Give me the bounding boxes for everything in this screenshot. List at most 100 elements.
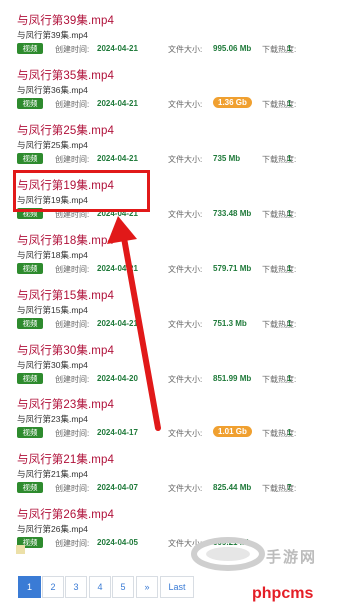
created-label: 创建时间: <box>55 265 90 274</box>
watermark: 手游网 phpcms <box>190 530 360 611</box>
size-label: 文件大小: <box>168 100 203 109</box>
created-date: 2024-04-17 <box>97 428 138 437</box>
watermark-logo-icon <box>191 537 265 571</box>
file-title-link[interactable]: 与凤行第21集.mp4 <box>17 451 114 467</box>
list-item: 与凤行第18集.mp4 与凤行第18集.mp4 视频 创建时间: 2024-04… <box>0 232 360 282</box>
file-title-link[interactable]: 与凤行第25集.mp4 <box>17 122 114 138</box>
file-subtitle: 与凤行第30集.mp4 <box>17 360 88 370</box>
size-value: 1.01 Gb <box>213 426 252 437</box>
file-title-link[interactable]: 与凤行第18集.mp4 <box>17 232 114 248</box>
video-badge: 视频 <box>17 43 43 54</box>
created-date: 2024-04-20 <box>97 374 138 383</box>
created-label: 创建时间: <box>55 45 90 54</box>
file-title-link[interactable]: 与凤行第26集.mp4 <box>17 506 114 522</box>
hot-value: 1 <box>287 374 292 383</box>
watermark-site-text: 手游网 <box>266 548 318 566</box>
size-label: 文件大小: <box>168 375 203 384</box>
file-subtitle: 与凤行第21集.mp4 <box>17 469 88 479</box>
file-meta: 视频 创建时间: 2024-04-21 文件大小: 735 Mb 下载热度: 1 <box>17 153 360 165</box>
hot-value: 1 <box>287 428 292 437</box>
created-label: 创建时间: <box>55 375 90 384</box>
created-date: 2024-04-21 <box>97 99 138 108</box>
file-meta: 视频 创建时间: 2024-04-17 文件大小: 1.01 Gb 下载热度: … <box>17 426 360 439</box>
created-date: 2024-04-07 <box>97 483 138 492</box>
video-badge: 视频 <box>17 153 43 164</box>
hot-value: 7 <box>287 483 292 492</box>
file-title-link[interactable]: 与凤行第23集.mp4 <box>17 396 114 412</box>
page-button-2[interactable]: 2 <box>42 576 64 598</box>
created-label: 创建时间: <box>55 429 90 438</box>
file-meta: 视频 创建时间: 2024-04-20 文件大小: 851.99 Mb 下载热度… <box>17 373 360 385</box>
annotation-highlight-box <box>13 170 150 212</box>
size-value: 825.44 Mb <box>213 483 252 492</box>
hot-value: 1 <box>287 264 292 273</box>
list-item: 与凤行第25集.mp4 与凤行第25集.mp4 视频 创建时间: 2024-04… <box>0 122 360 172</box>
video-badge: 视频 <box>17 318 43 329</box>
created-label: 创建时间: <box>55 155 90 164</box>
list-item: 与凤行第21集.mp4 与凤行第21集.mp4 视频 创建时间: 2024-04… <box>0 451 360 501</box>
created-date: 2024-04-21 <box>97 154 138 163</box>
file-subtitle: 与凤行第39集.mp4 <box>17 30 88 40</box>
video-badge: 视频 <box>17 482 43 493</box>
page-button-4[interactable]: 4 <box>89 576 111 598</box>
page-button-5[interactable]: 5 <box>112 576 134 598</box>
file-meta: 视频 创建时间: 2024-04-21 文件大小: 1.36 Gb 下载热度: … <box>17 97 360 110</box>
file-subtitle: 与凤行第18集.mp4 <box>17 250 88 260</box>
list-item: 与凤行第35集.mp4 与凤行第36集.mp4 视频 创建时间: 2024-04… <box>0 67 360 117</box>
file-meta: 视频 创建时间: 2024-04-21 文件大小: 995.06 Mb 下载热度… <box>17 43 360 55</box>
video-badge: 视频 <box>17 373 43 384</box>
video-badge: 视频 <box>17 427 43 438</box>
file-meta: 视频 创建时间: 2024-04-21 文件大小: 579.71 Mb 下载热度… <box>17 263 360 275</box>
hot-value: 1 <box>287 319 292 328</box>
size-label: 文件大小: <box>168 320 203 329</box>
list-item: 与凤行第39集.mp4 与凤行第39集.mp4 视频 创建时间: 2024-04… <box>0 12 360 62</box>
list-item: 与凤行第30集.mp4 与凤行第30集.mp4 视频 创建时间: 2024-04… <box>0 342 360 392</box>
created-label: 创建时间: <box>55 100 90 109</box>
created-date: 2024-04-21 <box>97 44 138 53</box>
file-meta: 视频 创建时间: 2024-04-07 文件大小: 825.44 Mb 下载热度… <box>17 482 360 494</box>
page-button-7[interactable]: Last <box>160 576 194 598</box>
file-subtitle: 与凤行第15集.mp4 <box>17 305 88 315</box>
created-date: 2024-04-05 <box>97 538 138 547</box>
file-title-link[interactable]: 与凤行第30集.mp4 <box>17 342 114 358</box>
size-value: 579.71 Mb <box>213 264 252 273</box>
hot-value: 1 <box>287 44 292 53</box>
hot-value: 1 <box>287 99 292 108</box>
size-label: 文件大小: <box>168 210 203 219</box>
size-value: 733.48 Mb <box>213 209 252 218</box>
size-label: 文件大小: <box>168 45 203 54</box>
file-meta: 视频 创建时间: 2024-04-21 文件大小: 751.3 Mb 下载热度:… <box>17 318 360 330</box>
file-subtitle: 与凤行第23集.mp4 <box>17 414 88 424</box>
size-value: 751.3 Mb <box>213 319 247 328</box>
created-label: 创建时间: <box>55 539 90 548</box>
size-label: 文件大小: <box>168 484 203 493</box>
video-badge: 视频 <box>17 263 43 274</box>
hot-value: 1 <box>287 209 292 218</box>
size-label: 文件大小: <box>168 265 203 274</box>
page-button-3[interactable]: 3 <box>65 576 87 598</box>
created-label: 创建时间: <box>55 484 90 493</box>
file-subtitle: 与凤行第26集.mp4 <box>17 524 88 534</box>
page-button-1[interactable]: 1 <box>18 576 41 598</box>
video-badge: 视频 <box>17 98 43 109</box>
size-value: 1.36 Gb <box>213 97 252 108</box>
list-item: 与凤行第23集.mp4 与凤行第23集.mp4 视频 创建时间: 2024-04… <box>0 396 360 446</box>
size-value: 735 Mb <box>213 154 241 163</box>
size-label: 文件大小: <box>168 429 203 438</box>
size-value: 995.06 Mb <box>213 44 252 53</box>
hot-value: 1 <box>287 154 292 163</box>
created-date: 2024-04-21 <box>97 264 138 273</box>
file-title-link[interactable]: 与凤行第35集.mp4 <box>17 67 114 83</box>
created-date: 2024-04-21 <box>97 319 138 328</box>
size-label: 文件大小: <box>168 155 203 164</box>
list-item: 与凤行第15集.mp4 与凤行第15集.mp4 视频 创建时间: 2024-04… <box>0 287 360 337</box>
page-button-6[interactable]: » <box>136 576 158 598</box>
file-title-link[interactable]: 与凤行第15集.mp4 <box>17 287 114 303</box>
file-title-link[interactable]: 与凤行第39集.mp4 <box>17 12 114 28</box>
created-label: 创建时间: <box>55 320 90 329</box>
file-subtitle: 与凤行第25集.mp4 <box>17 140 88 150</box>
watermark-brand-text: phpcms <box>252 585 314 602</box>
size-value: 851.99 Mb <box>213 374 252 383</box>
decorative-square <box>16 545 25 554</box>
file-subtitle: 与凤行第36集.mp4 <box>17 85 88 95</box>
